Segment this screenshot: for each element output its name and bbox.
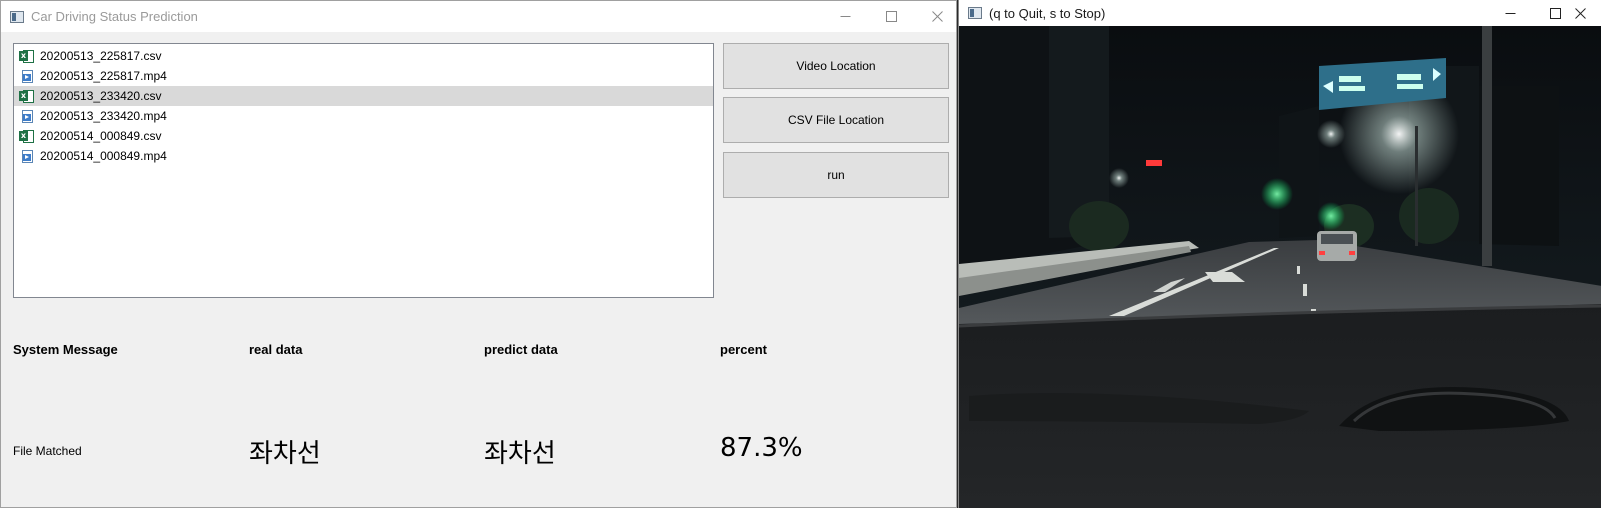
file-name: 20200514_000849.mp4	[40, 149, 167, 163]
video-frame	[959, 26, 1601, 508]
close-icon	[931, 11, 943, 22]
video-file-icon	[19, 149, 35, 164]
dashcam-scene	[959, 26, 1601, 508]
percent-value: 87.3%	[720, 433, 803, 463]
system-message-value: File Matched	[13, 444, 82, 458]
file-list-item[interactable]: x 20200514_000849.csv	[14, 126, 713, 146]
window-title: Car Driving Status Prediction	[31, 9, 198, 24]
file-name: 20200513_233420.csv	[40, 89, 162, 103]
csv-file-location-button[interactable]: CSV File Location	[723, 97, 949, 143]
file-list-item[interactable]: 20200513_225817.mp4	[14, 66, 713, 86]
title-bar[interactable]: Car Driving Status Prediction	[1, 1, 956, 32]
close-icon	[1575, 7, 1586, 19]
excel-csv-file-icon: x	[19, 49, 35, 64]
minimize-button[interactable]	[1487, 0, 1533, 26]
file-list-item[interactable]: x 20200513_225817.csv	[14, 46, 713, 66]
file-name: 20200513_225817.mp4	[40, 69, 167, 83]
excel-csv-file-icon: x	[19, 129, 35, 144]
real-data-header: real data	[249, 342, 303, 357]
file-list-item[interactable]: 20200513_233420.mp4	[14, 106, 713, 126]
prediction-window: Car Driving Status Prediction x 20200513_…	[0, 0, 957, 508]
file-list[interactable]: x 20200513_225817.csv 20200513_225817.mp4 x…	[13, 43, 714, 298]
percent-header: percent	[720, 342, 767, 357]
maximize-icon	[885, 11, 897, 22]
predict-data-value: 좌차선	[484, 439, 556, 469]
predict-data-header: predict data	[484, 342, 558, 357]
video-file-icon	[19, 109, 35, 124]
video-title-bar[interactable]: (q to Quit, s to Stop)	[959, 0, 1601, 26]
file-name: 20200514_000849.csv	[40, 129, 162, 143]
excel-csv-file-icon: x	[19, 89, 35, 104]
minimize-icon	[1505, 12, 1515, 14]
real-data-value: 좌차선	[249, 439, 321, 469]
video-window: (q to Quit, s to Stop)	[958, 0, 1601, 508]
video-window-title: (q to Quit, s to Stop)	[989, 5, 1106, 21]
file-name: 20200513_225817.csv	[40, 49, 162, 63]
close-button[interactable]	[1559, 0, 1601, 26]
file-name: 20200513_233420.mp4	[40, 109, 167, 123]
close-button[interactable]	[914, 1, 960, 32]
video-file-icon	[19, 69, 35, 84]
minimize-button[interactable]	[822, 1, 868, 32]
minimize-icon	[840, 16, 850, 17]
app-icon	[968, 7, 982, 19]
file-list-item[interactable]: 20200514_000849.mp4	[14, 146, 713, 166]
video-location-button[interactable]: Video Location	[723, 43, 949, 89]
app-icon	[10, 10, 24, 23]
run-button[interactable]: run	[723, 152, 949, 198]
file-list-item[interactable]: x 20200513_233420.csv	[14, 86, 713, 106]
system-message-header: System Message	[13, 342, 118, 357]
maximize-button[interactable]	[868, 1, 914, 32]
